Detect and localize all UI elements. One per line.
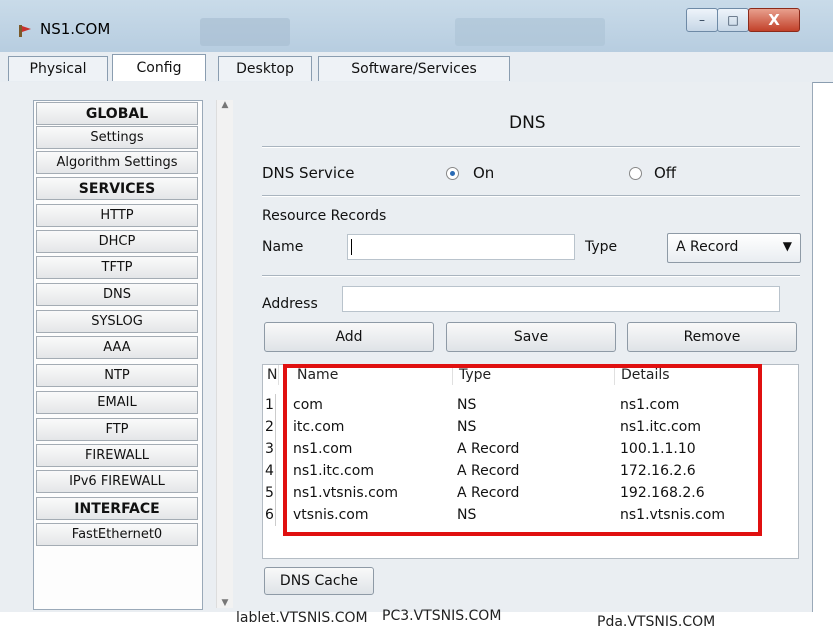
- name-label: Name: [262, 239, 304, 255]
- dns-on-radio[interactable]: [446, 167, 459, 180]
- record-name[interactable]: vtsnis.com: [293, 504, 368, 526]
- record-type-value: A Record: [676, 239, 739, 255]
- close-button[interactable]: X: [748, 8, 800, 32]
- window-title: NS1.COM: [40, 20, 111, 38]
- sidebar-item-dhcp[interactable]: DHCP: [36, 230, 198, 253]
- taskbar-blur: [455, 18, 605, 46]
- dns-cache-button[interactable]: DNS Cache: [264, 567, 374, 595]
- record-name[interactable]: com: [293, 394, 323, 416]
- sidebar-item-fastethernet0[interactable]: FastEthernet0: [36, 523, 198, 546]
- background-device-label: lablet.VTSNIS.COM: [236, 610, 368, 626]
- tab-physical[interactable]: Physical: [8, 56, 108, 81]
- dns-on-label: On: [473, 164, 495, 182]
- chevron-down-icon: ▼: [782, 239, 792, 253]
- record-type: NS: [457, 397, 477, 413]
- title-bar: NS1.COM – □ X: [0, 0, 833, 52]
- sidebar-header-interface: INTERFACE: [36, 497, 198, 520]
- dns-off-radio[interactable]: [629, 167, 642, 180]
- divider: [262, 146, 800, 148]
- record-details: ns1.vtsnis.com: [620, 507, 725, 523]
- sidebar-item-ipv6-firewall[interactable]: IPv6 FIREWALL: [36, 470, 198, 493]
- column-header-type[interactable]: Type: [455, 365, 615, 385]
- sidebar-scrollbar[interactable]: ▲ ▼: [216, 100, 233, 608]
- record-details: 172.16.2.6: [620, 463, 696, 479]
- record-type-select[interactable]: A Record ▼: [667, 233, 801, 263]
- sidebar-item-ntp[interactable]: NTP: [36, 364, 198, 387]
- sidebar-item-dns[interactable]: DNS: [36, 283, 198, 306]
- type-label: Type: [585, 239, 618, 255]
- sidebar-item-email[interactable]: EMAIL: [36, 391, 198, 414]
- resource-records-label: Resource Records: [262, 208, 387, 224]
- sidebar-item-syslog[interactable]: SYSLOG: [36, 310, 198, 333]
- app-icon: [19, 25, 31, 37]
- scroll-up-icon[interactable]: ▲: [217, 100, 233, 110]
- sidebar-item-tftp[interactable]: TFTP: [36, 256, 198, 279]
- sidebar: GLOBAL Settings Algorithm Settings SERVI…: [33, 100, 203, 610]
- save-button[interactable]: Save: [446, 322, 616, 352]
- column-header-name[interactable]: Name: [293, 365, 453, 385]
- column-header-no[interactable]: N: [263, 365, 279, 385]
- row-number: 5: [263, 482, 276, 504]
- background-device-label: PC3.VTSNIS.COM: [382, 608, 502, 624]
- background-device-label: Pda.VTSNIS.COM: [597, 614, 716, 630]
- sidebar-item-http[interactable]: HTTP: [36, 204, 198, 227]
- add-button[interactable]: Add: [264, 322, 434, 352]
- column-header-details[interactable]: Details: [617, 365, 797, 385]
- address-input[interactable]: [342, 286, 780, 312]
- row-number: 4: [263, 460, 276, 482]
- taskbar-blur: [200, 18, 290, 46]
- record-type: NS: [457, 507, 477, 523]
- divider: [262, 275, 800, 277]
- tab-desktop[interactable]: Desktop: [218, 56, 312, 81]
- dns-off-label: Off: [654, 164, 677, 182]
- record-details: ns1.com: [620, 397, 680, 413]
- tab-software-services[interactable]: Software/Services: [318, 56, 510, 81]
- minimize-button[interactable]: –: [686, 8, 718, 32]
- tab-config[interactable]: Config: [112, 54, 206, 81]
- record-type: NS: [457, 419, 477, 435]
- maximize-button[interactable]: □: [717, 8, 749, 32]
- record-details: 192.168.2.6: [620, 485, 705, 501]
- sidebar-header-services: SERVICES: [36, 177, 198, 200]
- record-type: A Record: [457, 463, 520, 479]
- address-label: Address: [262, 296, 318, 312]
- text-caret: [351, 239, 352, 255]
- page-title: DNS: [509, 113, 546, 133]
- dns-service-label: DNS Service: [262, 164, 355, 182]
- minimize-icon: –: [699, 13, 705, 27]
- maximize-icon: □: [727, 13, 739, 27]
- sidebar-item-aaa[interactable]: AAA: [36, 336, 198, 359]
- record-name[interactable]: ns1.vtsnis.com: [293, 482, 398, 504]
- divider: [262, 195, 800, 197]
- name-input[interactable]: [347, 234, 575, 260]
- record-type: A Record: [457, 441, 520, 457]
- sidebar-item-settings[interactable]: Settings: [36, 126, 198, 149]
- sidebar-item-firewall[interactable]: FIREWALL: [36, 444, 198, 467]
- sidebar-header-global: GLOBAL: [36, 102, 198, 125]
- record-name[interactable]: ns1.itc.com: [293, 460, 374, 482]
- record-type: A Record: [457, 485, 520, 501]
- record-details: ns1.itc.com: [620, 419, 701, 435]
- sidebar-item-ftp[interactable]: FTP: [36, 418, 198, 441]
- scroll-down-icon[interactable]: ▼: [217, 598, 233, 608]
- remove-button[interactable]: Remove: [627, 322, 797, 352]
- row-number: 1: [263, 394, 276, 416]
- sidebar-item-algorithm-settings[interactable]: Algorithm Settings: [36, 151, 198, 174]
- close-icon: X: [768, 11, 780, 29]
- record-name[interactable]: itc.com: [293, 416, 344, 438]
- records-table: N Name Type Details 1 com NS ns1.com 2 i…: [262, 364, 799, 559]
- row-number: 3: [263, 438, 276, 460]
- record-details: 100.1.1.10: [620, 441, 696, 457]
- row-number: 2: [263, 416, 276, 438]
- row-number: 6: [263, 504, 276, 526]
- record-name[interactable]: ns1.com: [293, 438, 352, 460]
